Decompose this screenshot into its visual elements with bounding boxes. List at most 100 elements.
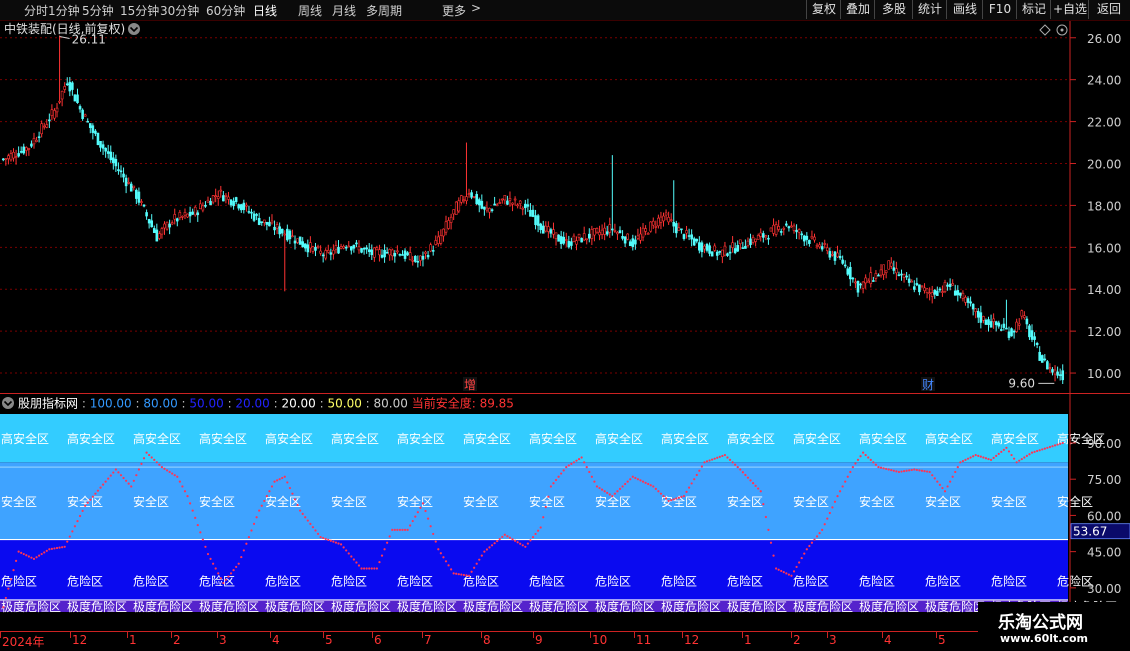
- watermark-logo: 乐淘公式网 www.60lt.com: [978, 602, 1130, 650]
- candle-body: [920, 285, 924, 288]
- period-tab-3[interactable]: 15分钟: [120, 2, 159, 19]
- candle-body: [165, 221, 169, 230]
- period-tab-0[interactable]: 分时: [24, 2, 48, 19]
- date-tick: [533, 632, 534, 638]
- oscillator-point: [800, 556, 803, 560]
- candle-body: [373, 247, 376, 258]
- zone-label-high: 高安全区: [133, 431, 181, 446]
- diamond-icon[interactable]: [1039, 24, 1051, 36]
- oscillator-point: [565, 466, 568, 469]
- oscillator-point: [1056, 443, 1059, 446]
- price-chart[interactable]: 26.00 24.00 22.00 20.00 18.00 16.00 14.00 12.00…: [0, 21, 1130, 394]
- toolbar-button-2[interactable]: 多股: [874, 0, 913, 19]
- candle-body: [705, 243, 709, 251]
- period-tab-8[interactable]: 月线: [332, 2, 356, 19]
- oscillator-point: [260, 504, 263, 507]
- oscillator-point: [66, 540, 69, 543]
- candle-body: [539, 223, 542, 231]
- candle-body: [595, 228, 599, 233]
- date-label: 3: [219, 633, 227, 647]
- candle-body: [239, 204, 243, 211]
- event-marker[interactable]: 增: [464, 378, 476, 392]
- toolbar-button-4[interactable]: 画线: [946, 0, 983, 19]
- event-marker[interactable]: 财: [922, 378, 934, 392]
- candle-body: [260, 221, 264, 223]
- oscillator-point: [398, 528, 402, 532]
- candle-body: [836, 252, 839, 258]
- period-tab-10[interactable]: 更多: [442, 2, 466, 19]
- candle-body: [882, 264, 885, 275]
- candle-body: [106, 151, 110, 154]
- settings-icon[interactable]: [1056, 24, 1068, 36]
- candle-body: [311, 246, 315, 252]
- oscillator-point: [258, 509, 261, 512]
- oscillator-point: [677, 496, 680, 499]
- zone-label-extreme: 极度危险区: [595, 599, 655, 614]
- period-tab-1[interactable]: 1分钟: [48, 2, 80, 19]
- candle-body: [416, 261, 420, 263]
- period-tab-6[interactable]: 日线: [253, 2, 277, 19]
- oscillator-point: [851, 466, 854, 469]
- oscillator-point: [421, 502, 425, 505]
- candle-body: [872, 280, 875, 282]
- candle-body: [129, 183, 133, 192]
- period-tab-9[interactable]: 多周期: [366, 2, 402, 19]
- toolbar-button-0[interactable]: 复权: [806, 0, 841, 19]
- oscillator-point: [780, 569, 783, 573]
- candle-body: [460, 195, 463, 203]
- zone-label-extreme: 极度危险区: [265, 599, 325, 614]
- oscillator-point: [711, 458, 714, 461]
- candle-body: [119, 170, 123, 173]
- chevron-down-icon[interactable]: [128, 23, 140, 35]
- candle-body: [708, 245, 711, 254]
- oscillator-point: [145, 451, 148, 454]
- toolbar-button-6[interactable]: 标记: [1016, 0, 1051, 19]
- toolbar-button-7[interactable]: +自选: [1050, 0, 1089, 19]
- toolbar-button-1[interactable]: 叠加: [840, 0, 875, 19]
- zone-label-high: 高安全区: [595, 431, 643, 446]
- oscillator-point: [345, 549, 348, 552]
- indicator-level: 80.00: [374, 397, 408, 411]
- candle-body: [976, 310, 980, 318]
- candle-body: [628, 241, 632, 246]
- oscillator-point: [301, 512, 304, 516]
- indicator-chart[interactable]: 高安全区 高安全区 高安全区 高安全区 高安全区 高安全区 高安全区 高安全区 高安全区 高安全区…: [0, 394, 1130, 631]
- period-tab-5[interactable]: 60分钟: [206, 2, 245, 19]
- candle-body: [524, 203, 527, 209]
- toolbar-button-5[interactable]: F10: [982, 0, 1017, 19]
- candle-body: [424, 251, 427, 254]
- toolbar-button-8[interactable]: 返回: [1088, 0, 1129, 19]
- candle-body: [247, 211, 251, 213]
- oscillator-point: [618, 487, 622, 490]
- candle-body: [843, 264, 847, 267]
- candle-body: [173, 214, 177, 220]
- period-tab-7[interactable]: 周线: [298, 2, 322, 19]
- oscillator-point: [432, 532, 435, 536]
- zone-label-high: 高安全区: [331, 431, 379, 446]
- oscillator-point: [55, 546, 59, 550]
- oscillator-point: [45, 549, 48, 552]
- candle-body: [344, 246, 348, 249]
- candle-body: [393, 253, 397, 257]
- candle-body: [889, 262, 893, 267]
- oscillator-point: [1007, 450, 1011, 453]
- date-label: 3: [829, 633, 837, 647]
- chevron-down-icon[interactable]: [2, 397, 14, 409]
- period-tab-4[interactable]: 30分钟: [160, 2, 199, 19]
- candle-body: [483, 206, 486, 210]
- oscillator-point: [316, 532, 320, 535]
- oscillator-point: [867, 456, 870, 459]
- oscillator-point: [84, 504, 87, 507]
- toolbar-button-3[interactable]: 统计: [912, 0, 947, 19]
- candle-body: [442, 228, 445, 237]
- oscillator-point: [503, 533, 506, 536]
- candle-body: [32, 138, 36, 145]
- oscillator-point: [426, 517, 430, 520]
- oscillator-point: [741, 471, 744, 474]
- period-tab-2[interactable]: 5分钟: [82, 2, 114, 19]
- more-arrow-icon[interactable]: >: [471, 1, 481, 15]
- candle-body: [813, 236, 816, 241]
- candle-body: [498, 202, 502, 204]
- oscillator-point: [690, 482, 693, 485]
- candle-body: [887, 260, 891, 270]
